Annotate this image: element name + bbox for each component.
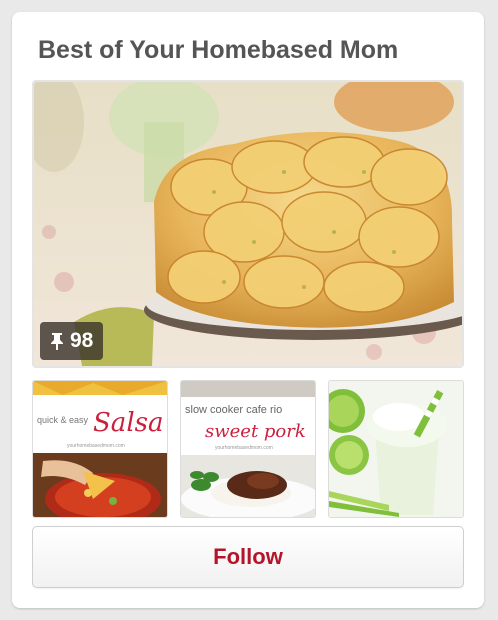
pin-count-badge: 98 [40, 322, 104, 360]
pork-line1: slow cooker cafe rio [185, 404, 282, 416]
pork-line2: sweet pork [205, 421, 306, 442]
board-thumbnails: quick & easy Salsa yourhomebasedmom.com … [32, 380, 464, 518]
board-title[interactable]: Best of Your Homebased Mom [38, 36, 398, 65]
thumbnail-salsa[interactable]: quick & easy Salsa yourhomebasedmom.com [32, 380, 168, 518]
pin-count: 98 [70, 329, 94, 352]
follow-button[interactable]: Follow [32, 526, 464, 588]
board-card: Best of Your Homebased Mom 98 quick & ea… [12, 12, 484, 608]
pin-icon [50, 332, 64, 350]
lime-drink-photo [329, 381, 463, 517]
salsa-line1: quick & easy [37, 415, 89, 425]
salsa-photo: quick & easy Salsa yourhomebasedmom.com [33, 381, 167, 517]
pork-url: yourhomebasedmom.com [215, 445, 273, 451]
salsa-url: yourhomebasedmom.com [67, 443, 125, 449]
sweet-pork-photo: slow cooker cafe rio sweet pork yourhome… [181, 381, 315, 517]
thumbnail-sweet-pork[interactable]: slow cooker cafe rio sweet pork yourhome… [180, 380, 316, 518]
salsa-line2: Salsa [93, 408, 163, 438]
board-cover-image[interactable]: 98 [32, 80, 464, 368]
thumbnail-lime-drink[interactable] [328, 380, 464, 518]
